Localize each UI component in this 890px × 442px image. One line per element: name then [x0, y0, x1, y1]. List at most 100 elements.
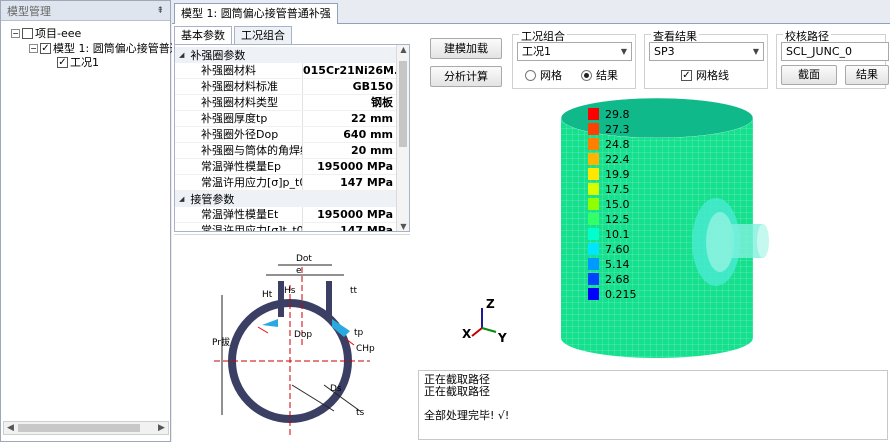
tree-item-label: 工况1 — [70, 56, 99, 69]
output-log: 正在截取路径 正在截取路径 全部处理完毕! √! — [418, 370, 888, 440]
legend-row: 19.9 — [588, 168, 658, 181]
horizontal-scrollbar[interactable]: ◀ ▶ — [3, 421, 169, 435]
property-row[interactable]: 补强圈厚度tp 22 mm — [175, 111, 397, 127]
legend-swatch — [588, 183, 599, 195]
chevron-down-icon[interactable]: ▼ — [621, 43, 627, 60]
vertical-scrollbar[interactable]: ▲ ▼ — [396, 45, 409, 231]
property-row[interactable]: 补强圈材料标准 GB150 — [175, 79, 397, 95]
collapse-icon[interactable]: − — [29, 43, 38, 53]
case-select[interactable]: 工况1 ▼ — [517, 42, 632, 61]
scroll-right-icon[interactable]: ▶ — [155, 423, 168, 433]
legend-value: 22.4 — [605, 152, 630, 166]
category-reinforcing-pad[interactable]: ◢ 补强圈参数 — [175, 47, 397, 63]
property-row[interactable]: 常温弹性模量Ep 195000 MPa — [175, 159, 397, 175]
tab-case-combo[interactable]: 工况组合 — [234, 26, 292, 44]
label-ds: Ds — [330, 384, 342, 394]
legend-row: 12.5 — [588, 212, 658, 226]
label-dot: Dot — [296, 254, 312, 264]
model-content: 基本参数 工况组合 ◢ 补强圈参数 补强圈材料 015Cr21Ni26M... 补… — [172, 24, 890, 442]
property-row[interactable]: 常温弹性模量Et 195000 MPa — [175, 207, 397, 223]
collapse-icon[interactable]: − — [11, 28, 20, 38]
legend-row: 2.68 — [588, 273, 658, 286]
analyze-button[interactable]: 分析计算 — [430, 66, 502, 87]
tab-basic-params[interactable]: 基本参数 — [174, 26, 232, 44]
collapse-triangle-icon[interactable]: ◢ — [179, 195, 184, 203]
property-name: 补强圈材料 — [175, 63, 303, 78]
property-value[interactable]: 195000 MPa — [303, 159, 397, 174]
property-grid: ◢ 补强圈参数 补强圈材料 015Cr21Ni26M... 补强圈材料标准 GB15… — [174, 44, 410, 232]
log-line: 正在截取路径 — [424, 385, 490, 398]
property-row[interactable]: 常温许用应力[σ]p_t0 147 MPa — [175, 175, 397, 191]
legend-swatch — [588, 228, 599, 240]
pin-icon[interactable]: ⇞ — [156, 6, 164, 16]
legend-swatch — [588, 213, 599, 225]
legend-swatch — [588, 153, 599, 165]
path-select-value: SCL_JUNC_0 — [786, 45, 852, 58]
property-value[interactable]: 22 mm — [303, 111, 397, 126]
property-name: 常温弹性模量Et — [175, 207, 303, 222]
checkbox-icon[interactable]: ✓ — [681, 69, 692, 81]
radio-result[interactable]: 结果 — [581, 67, 618, 83]
label-tt: tt — [350, 286, 358, 296]
checkbox-case[interactable]: ✓ — [57, 56, 68, 68]
tree-item-case[interactable]: ✓ 工况1 — [57, 54, 99, 70]
scroll-left-icon[interactable]: ◀ — [4, 423, 17, 433]
document-tab-strip: 模型 1: 圆筒偏心接管普通补强 — [172, 0, 890, 25]
checkbox-model[interactable]: ✓ — [40, 42, 51, 54]
model-manager-panel: 模型管理 ⇞ − 项目-eee − ✓ 模型 1: 圆筒偏心接管普通补强 ✓ 工… — [0, 0, 203, 442]
property-name: 常温许用应力[σ]t_t0 — [175, 223, 303, 231]
legend-swatch — [588, 288, 599, 300]
path-select[interactable]: SCL_JUNC_0 — [781, 42, 889, 61]
property-value[interactable]: 015Cr21Ni26M... — [303, 63, 397, 78]
property-value[interactable]: 钢板 — [303, 95, 397, 110]
property-row[interactable]: 补强圈材料类型 钢板 — [175, 95, 397, 111]
scroll-down-icon[interactable]: ▼ — [397, 222, 409, 231]
tab-model-1[interactable]: 模型 1: 圆筒偏心接管普通补强 — [174, 3, 338, 25]
property-row[interactable]: 补强圈与筒体的角焊缝 20 mm — [175, 143, 397, 159]
label-prj: Pr拔 — [212, 336, 230, 348]
radio-mesh[interactable]: 网格 — [525, 67, 562, 83]
legend-row: 27.3 — [588, 123, 658, 136]
label-ts: ts — [356, 408, 365, 418]
legend-value: 15.0 — [605, 197, 630, 211]
section-button[interactable]: 截面 — [781, 65, 837, 85]
grid-line-checkbox[interactable]: ✓ 网格线 — [681, 67, 729, 83]
collapse-triangle-icon[interactable]: ◢ — [179, 51, 184, 59]
legend-swatch — [588, 273, 599, 285]
checkbox-project[interactable] — [22, 27, 33, 39]
property-row[interactable]: 补强圈外径Dop 640 mm — [175, 127, 397, 143]
property-row[interactable]: 补强圈材料 015Cr21Ni26M... — [175, 63, 397, 79]
legend-row: 29.8 — [588, 108, 658, 121]
result-select[interactable]: SP3 ▼ — [649, 42, 764, 61]
property-name: 补强圈材料标准 — [175, 79, 303, 94]
legend-row: 5.14 — [588, 258, 658, 271]
property-row[interactable]: 常温许用应力[σ]t_t0 147 MPa — [175, 223, 397, 231]
property-value[interactable]: 640 mm — [303, 127, 397, 142]
tree-item-project[interactable]: − 项目-eee — [11, 25, 81, 41]
radio-circle-icon[interactable] — [581, 69, 592, 81]
build-load-button[interactable]: 建模加载 — [430, 38, 502, 59]
scroll-thumb[interactable] — [399, 61, 407, 147]
radio-circle-icon[interactable] — [525, 69, 536, 81]
property-value[interactable]: 147 MPa — [303, 175, 397, 190]
legend-value: 10.1 — [605, 227, 630, 241]
property-value[interactable]: 147 MPa — [303, 223, 397, 231]
radio-label: 结果 — [596, 69, 618, 82]
property-value[interactable]: GB150 — [303, 79, 397, 94]
scroll-thumb[interactable] — [18, 424, 140, 432]
property-value[interactable]: 195000 MPa — [303, 207, 397, 222]
legend-swatch — [588, 108, 599, 120]
label-ht: Ht — [262, 290, 273, 300]
result-button[interactable]: 结果 — [845, 65, 889, 85]
log-line: 正在截取路径 — [424, 373, 490, 386]
property-value[interactable]: 20 mm — [303, 143, 397, 158]
color-legend: 29.8 27.3 24.8 22.4 19.9 17.5 15.0 12.5 10.1 7.60… — [588, 108, 658, 304]
sub-tabs: 基本参数 工况组合 — [174, 26, 412, 44]
scroll-up-icon[interactable]: ▲ — [397, 45, 409, 54]
nozzle-sketch: Dot e Ht Hs tt Pr拔 Dop tp CHp Ds ts — [212, 254, 375, 435]
legend-value: 12.5 — [605, 212, 630, 226]
legend-row: 0.215 — [588, 288, 658, 301]
category-nozzle[interactable]: ◢ 接管参数 — [175, 191, 397, 207]
category-label: 接管参数 — [190, 193, 235, 206]
chevron-down-icon[interactable]: ▼ — [753, 43, 759, 60]
